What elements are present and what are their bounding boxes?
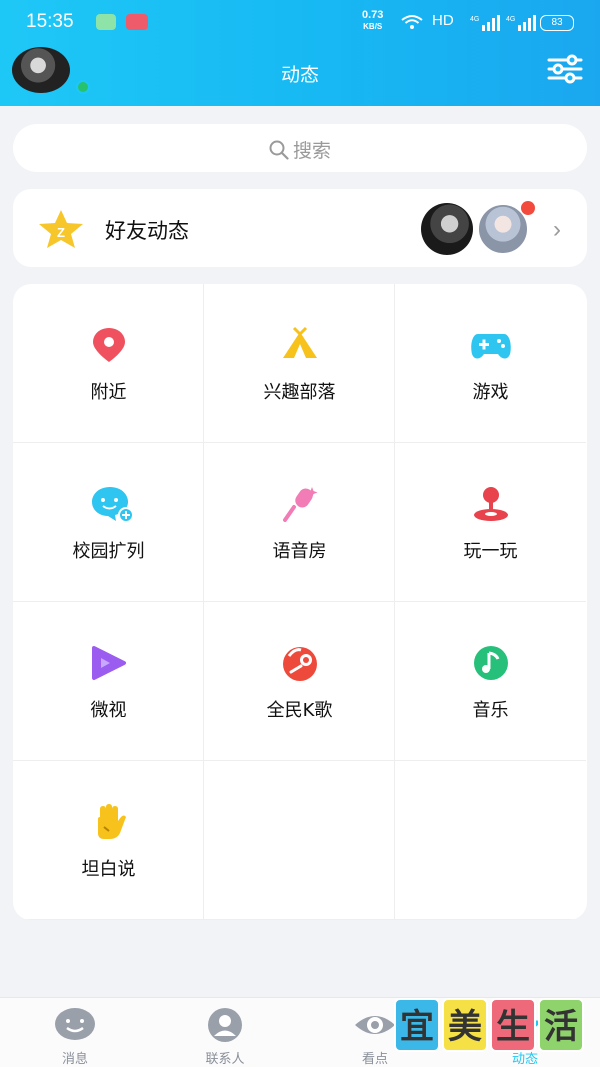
search-bar[interactable]: 搜索 [13,124,587,172]
qzone-star-icon: Z [39,210,83,248]
status-time: 15:35 [26,11,74,32]
grid-item-voice-room[interactable]: 语音房 [204,443,395,602]
grid-item-weishi[interactable]: 微视 [13,602,204,761]
grid-item-label: 坦白说 [81,859,136,880]
grid-item-label: 语音房 [272,541,327,562]
watermark-char: 生 [490,998,536,1052]
friend-avatar [421,203,473,255]
joystick-icon [474,487,508,521]
watermark-char: 美 [442,998,488,1052]
battery-indicator: 83 [540,15,574,31]
page-title: 动态 [280,64,319,86]
grid-item-label: 微视 [90,700,127,721]
tab-label: 联系人 [205,1052,245,1067]
svg-text:4G: 4G [470,16,479,23]
grid-item-label: 玩一玩 [463,541,518,562]
tab-messages[interactable]: 消息 [0,998,150,1067]
tab-label: 消息 [61,1052,88,1067]
grid-item-label: 游戏 [472,382,509,403]
chevron-right-icon: › [553,216,561,243]
signal-icon-2: 4G [506,15,536,31]
wifi-icon [401,15,423,29]
settings-sliders-icon[interactable] [546,53,584,85]
grid-item-interest-tribe[interactable]: 兴趣部落 [204,284,395,443]
location-pin-icon [93,328,125,362]
new-update-dot [521,201,535,215]
svg-text:4G: 4G [506,16,515,23]
grid-item-label: 兴趣部落 [263,382,336,403]
search-icon [269,140,289,160]
search-placeholder: 搜索 [292,140,331,162]
grid-item-label: 音乐 [472,700,509,721]
feature-grid: 附近 兴趣部落 游戏 校园扩列 语音房 玩一玩 微视 全民K歌 音乐 坦白说 [13,284,587,920]
grid-item-campus[interactable]: 校园扩列 [13,443,204,602]
hd-indicator: HD [432,12,454,29]
app-notification-icon [96,14,116,30]
friend-feed-label: 好友动态 [105,219,189,243]
chat-bubble-plus-icon [92,487,134,523]
tab-contacts[interactable]: 联系人 [150,998,300,1067]
status-bar: 15:35 0.73 KB/S HD 4G 4G 83 [0,0,600,44]
microphone-icon [283,487,318,522]
play-icon [92,646,126,680]
karaoke-icon [283,647,317,681]
grid-item-label: 全民K歌 [266,700,333,721]
signal-icon: 4G [470,15,500,31]
watermark-char: 宜 [394,998,440,1052]
video-notification-icon [126,14,148,30]
grid-item-nearby[interactable]: 附近 [13,284,204,443]
tent-icon [283,326,317,358]
grid-empty-cell [204,761,395,920]
watermark-char: 活 [538,998,584,1052]
grid-item-label: 附近 [90,382,127,403]
grid-item-karaoke[interactable]: 全民K歌 [204,602,395,761]
grid-item-confession[interactable]: 坦白说 [13,761,204,920]
friend-feed-entry[interactable]: Z 好友动态 › [13,189,587,267]
contacts-icon [208,1008,242,1042]
grid-item-play[interactable]: 玩一玩 [395,443,586,602]
message-icon [55,1008,95,1040]
network-speed: 0.73 KB/S [362,9,384,32]
eye-icon [355,1016,395,1034]
watermark-logo: 宜 美 生 活 [392,998,588,1054]
grid-item-label: 校园扩列 [72,541,145,562]
gamepad-icon [471,334,511,359]
svg-text:Z: Z [57,225,65,240]
music-note-icon [474,646,508,680]
grid-empty-cell [395,761,586,920]
grid-item-games[interactable]: 游戏 [395,284,586,443]
hand-icon [98,804,126,839]
grid-item-music[interactable]: 音乐 [395,602,586,761]
